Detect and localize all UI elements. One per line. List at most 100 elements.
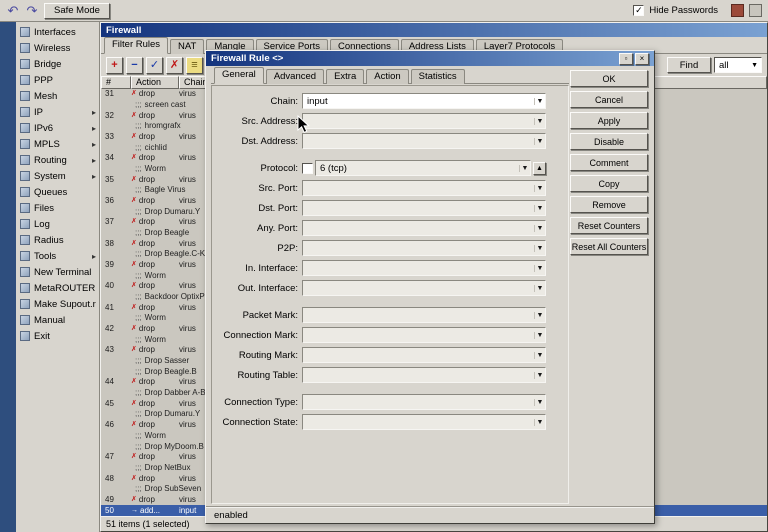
sidebar-item-log[interactable]: Log (16, 216, 99, 232)
column-header-action[interactable]: Action (131, 76, 179, 89)
field-combo-packet-mark[interactable]: ▼ (302, 307, 546, 323)
dialog-titlebar[interactable]: Firewall Rule <> ▫ × (206, 51, 654, 66)
sidebar-item-queues[interactable]: Queues (16, 184, 99, 200)
reset-all-counters-button[interactable]: Reset All Counters (570, 238, 648, 255)
disable-button[interactable]: Disable (570, 133, 648, 150)
sidebar-item-make-supout-rif[interactable]: Make Supout.rif (16, 296, 99, 312)
comment-text: Worm (144, 430, 166, 440)
sidebar-item-files[interactable]: Files (16, 200, 99, 216)
drop-action-icon: ✗ (131, 154, 137, 162)
ipv6-icon (20, 123, 30, 133)
field-row-connection-state: Connection State: ▼ (218, 412, 568, 432)
sidebar-item-routing[interactable]: Routing ▸ (16, 152, 99, 168)
field-label: Chain: (270, 95, 298, 107)
comment-prefix: ;;; (135, 313, 142, 323)
toolbar-add-button[interactable]: + (106, 56, 123, 74)
submenu-arrow-icon: ▸ (91, 155, 96, 165)
sidebar-item-manual[interactable]: Manual (16, 312, 99, 328)
ok-button[interactable]: OK (570, 70, 648, 87)
firewall-titlebar[interactable]: Firewall (101, 23, 767, 37)
find-button[interactable]: Find (667, 57, 711, 73)
field-checkbox[interactable] (302, 162, 313, 174)
close-icon[interactable]: × (635, 52, 649, 65)
tab-action[interactable]: Action (366, 69, 409, 84)
clear-field-button[interactable]: ▲ (533, 161, 546, 175)
tab-nat[interactable]: NAT (170, 39, 205, 54)
column-header-[interactable]: # (101, 76, 131, 89)
row-action: ✗ drop (131, 175, 179, 185)
dialog-body: General Advanced Extra Action Statistics Cha… (206, 66, 654, 523)
drop-action-icon: ✗ (131, 303, 137, 311)
field-combo-connection-mark[interactable]: ▼ (302, 327, 546, 343)
sidebar-item-label: Radius (34, 234, 64, 246)
field-combo-p2p[interactable]: ▼ (302, 240, 546, 256)
field-combo-any-port[interactable]: ▼ (302, 220, 546, 236)
undo-icon[interactable]: ↶ (6, 4, 20, 17)
field-combo-in-interface[interactable]: ▼ (302, 260, 546, 276)
sidebar-item-exit[interactable]: Exit (16, 328, 99, 344)
sidebar-item-mesh[interactable]: Mesh (16, 88, 99, 104)
find-scope-dropdown[interactable]: all ▼ (714, 57, 762, 73)
sidebar-item-ip[interactable]: IP ▸ (16, 104, 99, 120)
field-row-src-port: Src. Port: ▼ (218, 178, 568, 198)
tab-general[interactable]: General (214, 67, 264, 84)
field-combo-out-interface[interactable]: ▼ (302, 280, 546, 296)
hide-passwords-checkbox[interactable]: ✓ (633, 5, 645, 16)
sidebar-item-bridge[interactable]: Bridge (16, 56, 99, 72)
sidebar-item-label: Manual (34, 314, 66, 326)
row-action: ✗ drop (131, 399, 179, 409)
copy-button[interactable]: Copy (570, 175, 648, 192)
redo-icon[interactable]: ↷ (25, 4, 39, 17)
apply-button[interactable]: Apply (570, 112, 648, 129)
field-combo-src-address[interactable]: ▼ (302, 113, 546, 129)
tab-advanced[interactable]: Advanced (265, 69, 325, 84)
cancel-button[interactable]: Cancel (570, 91, 648, 108)
field-combo-routing-table[interactable]: ▼ (302, 367, 546, 383)
toolbar-enable-button[interactable]: ✓ (146, 56, 163, 74)
dropdown-arrow-icon: ▼ (534, 351, 545, 359)
field-combo-connection-state[interactable]: ▼ (302, 414, 546, 430)
drop-action-icon: ✗ (131, 346, 137, 354)
comment-prefix: ;;; (135, 228, 142, 238)
sidebar-item-radius[interactable]: Radius (16, 232, 99, 248)
tab-statistics[interactable]: Statistics (410, 69, 465, 84)
field-combo-src-port[interactable]: ▼ (302, 180, 546, 196)
toolbar-comment-button[interactable]: ≡ (186, 56, 203, 74)
field-combo-chain[interactable]: input ▼ (302, 93, 546, 109)
field-combo-connection-type[interactable]: ▼ (302, 394, 546, 410)
row-number: 47 (105, 452, 114, 462)
sidebar-item-mpls[interactable]: MPLS ▸ (16, 136, 99, 152)
restore-icon[interactable]: ▫ (619, 52, 633, 65)
sidebar-item-wireless[interactable]: Wireless (16, 40, 99, 56)
comment-text: Drop Beagle.C-K (144, 249, 206, 259)
comment-button[interactable]: Comment (570, 154, 648, 171)
sidebar-item-metarouter[interactable]: MetaROUTER (16, 280, 99, 296)
tab-extra[interactable]: Extra (326, 69, 365, 84)
field-combo-routing-mark[interactable]: ▼ (302, 347, 546, 363)
sidebar-item-ipv6[interactable]: IPv6 ▸ (16, 120, 99, 136)
sidebar-menu: Interfaces Wireless Bridge PPP Mesh IP ▸ IPv6 ▸ M… (16, 22, 100, 532)
row-action-label: drop (138, 324, 155, 334)
dropdown-arrow-icon: ▼ (534, 264, 545, 272)
safe-mode-button[interactable]: Safe Mode (44, 2, 110, 19)
comment-prefix: ;;; (135, 164, 142, 174)
row-number: 50 (105, 505, 114, 515)
comment-prefix: ;;; (135, 185, 142, 195)
sidebar-item-ppp[interactable]: PPP (16, 72, 99, 88)
field-row-chain: Chain: input ▼ (218, 91, 568, 111)
field-combo-dst-port[interactable]: ▼ (302, 200, 546, 216)
comment-text: Worm (144, 313, 166, 323)
toolbar-remove-button[interactable]: − (126, 56, 143, 74)
field-label: Dst. Address: (241, 135, 299, 147)
field-combo-dst-address[interactable]: ▼ (302, 133, 546, 149)
field-combo-protocol[interactable]: 6 (tcp) ▼ (315, 160, 531, 176)
tab-filter-rules[interactable]: Filter Rules (104, 37, 169, 54)
sidebar-item-system[interactable]: System ▸ (16, 168, 99, 184)
toolbar-disable-button[interactable]: ✗ (166, 56, 183, 74)
sidebar-item-tools[interactable]: Tools ▸ (16, 248, 99, 264)
remove-button[interactable]: Remove (570, 196, 648, 213)
sidebar-item-new-terminal[interactable]: New Terminal (16, 264, 99, 280)
reset-counters-button[interactable]: Reset Counters (570, 217, 648, 234)
sidebar-item-interfaces[interactable]: Interfaces (16, 24, 99, 40)
comment-text: Bagle Virus (144, 185, 186, 195)
